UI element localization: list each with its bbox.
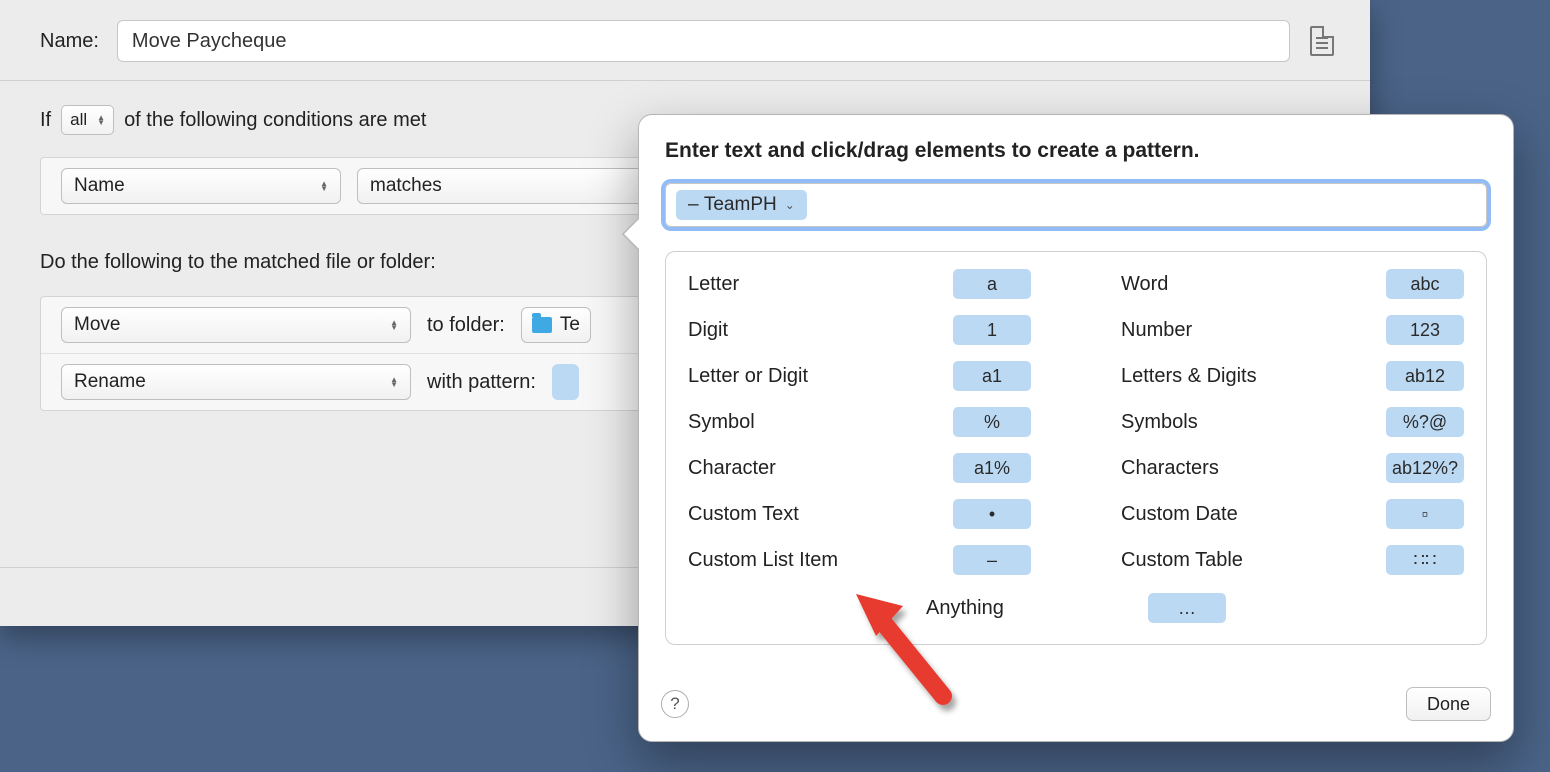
condition-field-select[interactable]: Name ▲▼ [61,168,341,204]
action-type-select-move[interactable]: Move ▲▼ [61,307,411,343]
palette-symbol[interactable]: Symbol % [688,404,1031,440]
palette-custom-list-item[interactable]: Custom List Item – [688,542,1031,578]
palette-anything[interactable]: Anything … [926,590,1226,626]
folder-chooser[interactable]: Te [521,307,591,343]
palette-character[interactable]: Character a1% [688,450,1031,486]
folder-icon [532,317,552,333]
palette-characters[interactable]: Characters ab12%? [1121,450,1464,486]
conditions-suffix: of the following conditions are met [124,109,426,132]
palette-number[interactable]: Number 123 [1121,312,1464,348]
document-icon[interactable] [1310,26,1334,56]
token-palette: Letter a Word abc Digit 1 Number 123 Let… [665,251,1487,645]
rule-name-input[interactable] [117,20,1290,62]
with-pattern-label: with pattern: [427,371,536,394]
token-label: TeamPH [704,194,777,216]
action-type-select-rename[interactable]: Rename ▲▼ [61,364,411,400]
token-prefix: – [688,194,699,216]
palette-custom-date[interactable]: Custom Date ▫ [1121,496,1464,532]
palette-word[interactable]: Word abc [1121,266,1464,302]
header-row: Name: [0,0,1370,80]
pattern-input[interactable]: – TeamPH ⌄ [665,183,1487,227]
to-folder-label: to folder: [427,314,505,337]
palette-letters-and-digits[interactable]: Letters & Digits ab12 [1121,358,1464,394]
palette-custom-text[interactable]: Custom Text • [688,496,1031,532]
folder-name: Te [560,314,580,336]
pattern-field-trigger[interactable] [552,364,579,400]
palette-symbols[interactable]: Symbols %?@ [1121,404,1464,440]
help-button[interactable]: ? [661,690,689,718]
pattern-token[interactable]: – TeamPH ⌄ [676,190,807,220]
match-mode-select[interactable]: all ▲▼ [61,105,114,135]
palette-letter-or-digit[interactable]: Letter or Digit a1 [688,358,1031,394]
palette-digit[interactable]: Digit 1 [688,312,1031,348]
done-button[interactable]: Done [1406,687,1491,721]
popover-title: Enter text and click/drag elements to cr… [665,137,1265,165]
pattern-popover: Enter text and click/drag elements to cr… [638,114,1514,742]
chevron-down-icon: ⌄ [785,198,795,212]
palette-letter[interactable]: Letter a [688,266,1031,302]
if-text: If [40,109,51,132]
palette-custom-table[interactable]: Custom Table ∷∷ [1121,542,1464,578]
name-label: Name: [40,30,99,53]
